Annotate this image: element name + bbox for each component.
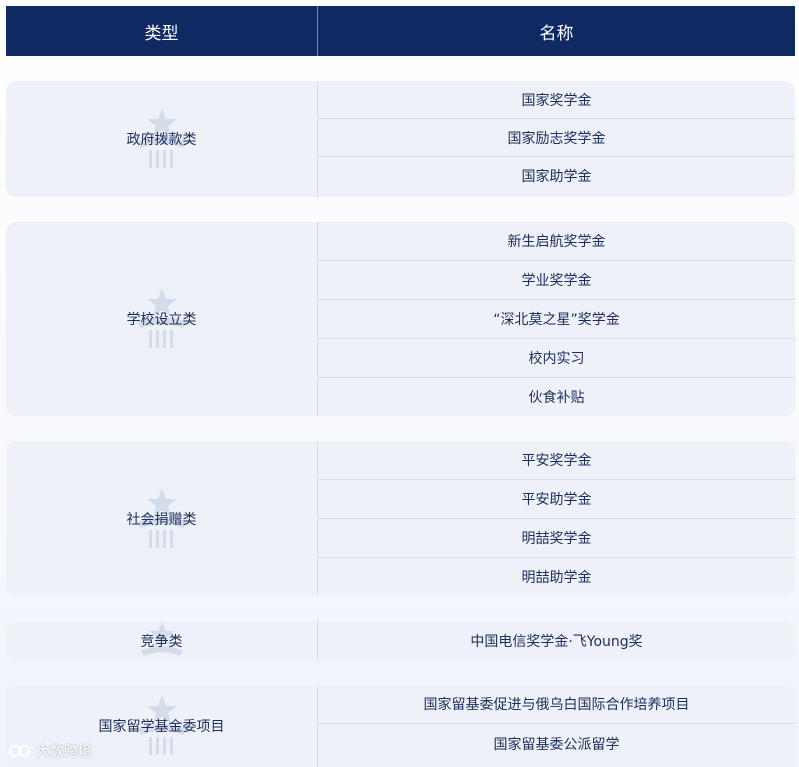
type-label: 竞争类 — [140, 633, 183, 650]
name-row: 国家奖学金 — [318, 81, 795, 119]
name-list: 国家奖学金 国家励志奖学金 国家助学金 — [318, 81, 795, 197]
name-row: 平安助学金 — [318, 480, 795, 519]
group-school: 学校设立类 新生启航奖学金 学业奖学金 “深北莫之星”奖学金 校内实习 伙食补贴 — [6, 222, 795, 416]
name-row: 国家留基委促进与俄乌白国际合作培养项目 — [318, 685, 795, 724]
type-cell: 学校设立类 — [6, 222, 318, 416]
name-list: 平安奖学金 平安助学金 明喆奖学金 明喆助学金 — [318, 441, 795, 596]
type-label: 社会捐赠类 — [126, 511, 197, 528]
name-list: 新生启航奖学金 学业奖学金 “深北莫之星”奖学金 校内实习 伙食补贴 — [318, 222, 795, 416]
name-row: 国家助学金 — [521, 169, 592, 185]
watermark-logo-icon — [9, 745, 30, 757]
type-label: 学校设立类 — [126, 312, 197, 328]
header-name: 名称 — [539, 23, 574, 44]
name-row: 明喆奖学金 — [318, 519, 795, 558]
type-cell: 政府拨款类 — [6, 81, 318, 197]
type-cell: 竞争类 — [6, 621, 318, 660]
name-row: 伙食补贴 — [528, 390, 585, 406]
name-row: 明喆助学金 — [521, 570, 592, 586]
header-type: 类型 — [6, 6, 318, 56]
group-government: 政府拨款类 国家奖学金 国家励志奖学金 国家助学金 — [6, 81, 795, 197]
name-row: 国家励志奖学金 — [318, 119, 795, 157]
name-row: 校内实习 — [318, 339, 795, 378]
name-row: 平安奖学金 — [318, 441, 795, 480]
name-row: 中国电信奖学金·飞Young奖 — [470, 633, 643, 650]
name-row: 新生启航奖学金 — [318, 222, 795, 261]
name-row: 国家留基委公派留学 — [493, 736, 620, 753]
type-cell: 社会捐赠类 — [6, 441, 318, 596]
table-header: 类型 名称 — [6, 6, 795, 56]
watermark: 大数跨境 — [8, 741, 92, 761]
group-csc: 国家留学基金委项目 国家留基委促进与俄乌白国际合作培养项目 国家留基委公派留学 — [6, 685, 795, 767]
type-label: 政府拨款类 — [126, 132, 197, 148]
name-row: 学业奖学金 — [318, 261, 795, 300]
watermark-text: 大数跨境 — [36, 744, 92, 760]
group-donation: 社会捐赠类 平安奖学金 平安助学金 明喆奖学金 明喆助学金 — [6, 441, 795, 596]
type-label: 国家留学基金委项目 — [98, 719, 225, 735]
name-list: 国家留基委促进与俄乌白国际合作培养项目 国家留基委公派留学 — [318, 685, 795, 767]
name-row: “深北莫之星”奖学金 — [318, 300, 795, 339]
name-list: 中国电信奖学金·飞Young奖 — [318, 621, 795, 660]
group-competition: 竞争类 中国电信奖学金·飞Young奖 — [6, 621, 795, 660]
